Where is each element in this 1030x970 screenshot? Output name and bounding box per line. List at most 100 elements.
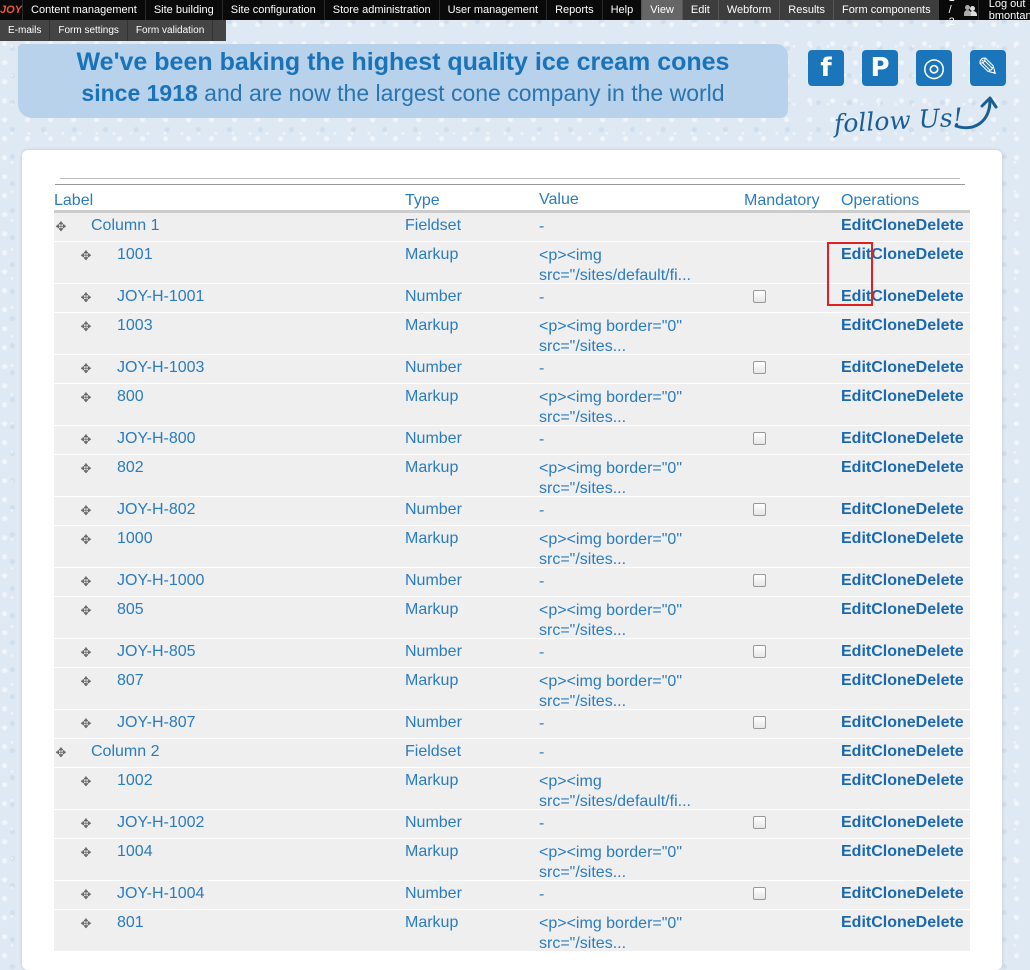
menu-item-site-building[interactable]: Site building [144, 0, 222, 20]
instagram-icon[interactable]: ◎ [916, 50, 952, 86]
tab-results[interactable]: Results [779, 0, 833, 20]
clone-link[interactable]: Clone [871, 430, 915, 447]
clone-link[interactable]: Clone [871, 317, 915, 334]
edit-link[interactable]: Edit [841, 914, 871, 931]
delete-link[interactable]: Delete [916, 772, 964, 789]
delete-link[interactable]: Delete [916, 714, 964, 731]
subtab-form-validation[interactable]: Form validation [128, 20, 214, 41]
edit-link[interactable]: Edit [841, 814, 871, 831]
drag-handle-icon[interactable]: ✥ [55, 746, 67, 759]
mandatory-checkbox[interactable] [753, 432, 766, 445]
edit-link[interactable]: Edit [841, 217, 871, 234]
drag-handle-icon[interactable]: ✥ [80, 249, 92, 262]
delete-link[interactable]: Delete [916, 359, 964, 376]
delete-link[interactable]: Delete [916, 246, 964, 263]
drag-handle-icon[interactable]: ✥ [80, 533, 92, 546]
clone-link[interactable]: Clone [871, 885, 915, 902]
delete-link[interactable]: Delete [916, 388, 964, 405]
header-mandatory[interactable]: Mandatory [744, 192, 841, 210]
mandatory-checkbox[interactable] [753, 887, 766, 900]
clone-link[interactable]: Clone [871, 459, 915, 476]
mandatory-checkbox[interactable] [753, 290, 766, 303]
edit-link[interactable]: Edit [841, 672, 871, 689]
edit-link[interactable]: Edit [841, 359, 871, 376]
clone-link[interactable]: Clone [871, 530, 915, 547]
clone-link[interactable]: Clone [871, 914, 915, 931]
delete-link[interactable]: Delete [916, 317, 964, 334]
facebook-icon[interactable]: f [808, 50, 844, 86]
drag-handle-icon[interactable]: ✥ [80, 462, 92, 475]
mandatory-checkbox[interactable] [753, 361, 766, 374]
clone-link[interactable]: Clone [871, 772, 915, 789]
mandatory-checkbox[interactable] [753, 716, 766, 729]
delete-link[interactable]: Delete [916, 601, 964, 618]
tab-form-components[interactable]: Form components [832, 0, 939, 20]
delete-link[interactable]: Delete [916, 885, 964, 902]
menu-item-site-configuration[interactable]: Site configuration [221, 0, 324, 20]
clone-link[interactable]: Clone [871, 814, 915, 831]
clone-link[interactable]: Clone [871, 288, 915, 305]
delete-link[interactable]: Delete [916, 459, 964, 476]
delete-link[interactable]: Delete [916, 743, 964, 760]
delete-link[interactable]: Delete [916, 572, 964, 589]
delete-link[interactable]: Delete [916, 914, 964, 931]
delete-link[interactable]: Delete [916, 501, 964, 518]
tab-webform[interactable]: Webform [717, 0, 780, 20]
mandatory-checkbox[interactable] [753, 503, 766, 516]
drag-handle-icon[interactable]: ✥ [80, 817, 92, 830]
clone-link[interactable]: Clone [871, 501, 915, 518]
menu-item-user-management[interactable]: User management [438, 0, 547, 20]
drag-handle-icon[interactable]: ✥ [80, 575, 92, 588]
drag-handle-icon[interactable]: ✥ [80, 646, 92, 659]
drag-handle-icon[interactable]: ✥ [80, 775, 92, 788]
delete-link[interactable]: Delete [916, 814, 964, 831]
clone-link[interactable]: Clone [871, 672, 915, 689]
drag-handle-icon[interactable]: ✥ [80, 362, 92, 375]
header-label[interactable]: Label [54, 192, 405, 210]
edit-link[interactable]: Edit [841, 572, 871, 589]
drag-handle-icon[interactable]: ✥ [80, 291, 92, 304]
edit-link[interactable]: Edit [841, 772, 871, 789]
clone-link[interactable]: Clone [871, 601, 915, 618]
edit-link[interactable]: Edit [841, 885, 871, 902]
drag-handle-icon[interactable]: ✥ [80, 717, 92, 730]
menu-item-content-management[interactable]: Content management [22, 0, 145, 20]
tab-view[interactable]: View [641, 0, 682, 20]
clone-link[interactable]: Clone [871, 246, 915, 263]
pinterest-icon[interactable]: P [862, 50, 898, 86]
user-counter[interactable]: 1 / 2 [939, 0, 978, 28]
drag-handle-icon[interactable]: ✥ [80, 604, 92, 617]
drag-handle-icon[interactable]: ✥ [80, 917, 92, 930]
edit-link[interactable]: Edit [841, 643, 871, 660]
subtab-e-mails[interactable]: E-mails [0, 20, 51, 41]
drag-handle-icon[interactable]: ✥ [80, 433, 92, 446]
clone-link[interactable]: Clone [871, 714, 915, 731]
mandatory-checkbox[interactable] [753, 574, 766, 587]
edit-link[interactable]: Edit [841, 601, 871, 618]
drag-handle-icon[interactable]: ✥ [80, 846, 92, 859]
mandatory-checkbox[interactable] [753, 816, 766, 829]
delete-link[interactable]: Delete [916, 288, 964, 305]
edit-link[interactable]: Edit [841, 459, 871, 476]
drag-handle-icon[interactable]: ✥ [80, 504, 92, 517]
edit-link[interactable]: Edit [841, 388, 871, 405]
menu-item-help[interactable]: Help [601, 0, 642, 20]
clone-link[interactable]: Clone [871, 743, 915, 760]
menu-item-store-administration[interactable]: Store administration [323, 0, 439, 20]
drag-handle-icon[interactable]: ✥ [80, 675, 92, 688]
delete-link[interactable]: Delete [916, 217, 964, 234]
drag-handle-icon[interactable]: ✥ [80, 320, 92, 333]
edit-link[interactable]: Edit [841, 843, 871, 860]
delete-link[interactable]: Delete [916, 843, 964, 860]
drag-handle-icon[interactable]: ✥ [80, 888, 92, 901]
tab-edit[interactable]: Edit [681, 0, 718, 20]
edit-link[interactable]: Edit [841, 530, 871, 547]
header-value[interactable]: Value [539, 190, 744, 210]
delete-link[interactable]: Delete [916, 530, 964, 547]
edit-link[interactable]: Edit [841, 317, 871, 334]
logout-link[interactable]: Log out bmontana [977, 0, 1030, 22]
clone-link[interactable]: Clone [871, 217, 915, 234]
edit-link[interactable]: Edit [841, 743, 871, 760]
site-logo[interactable]: JOY [0, 0, 22, 20]
mandatory-checkbox[interactable] [753, 645, 766, 658]
